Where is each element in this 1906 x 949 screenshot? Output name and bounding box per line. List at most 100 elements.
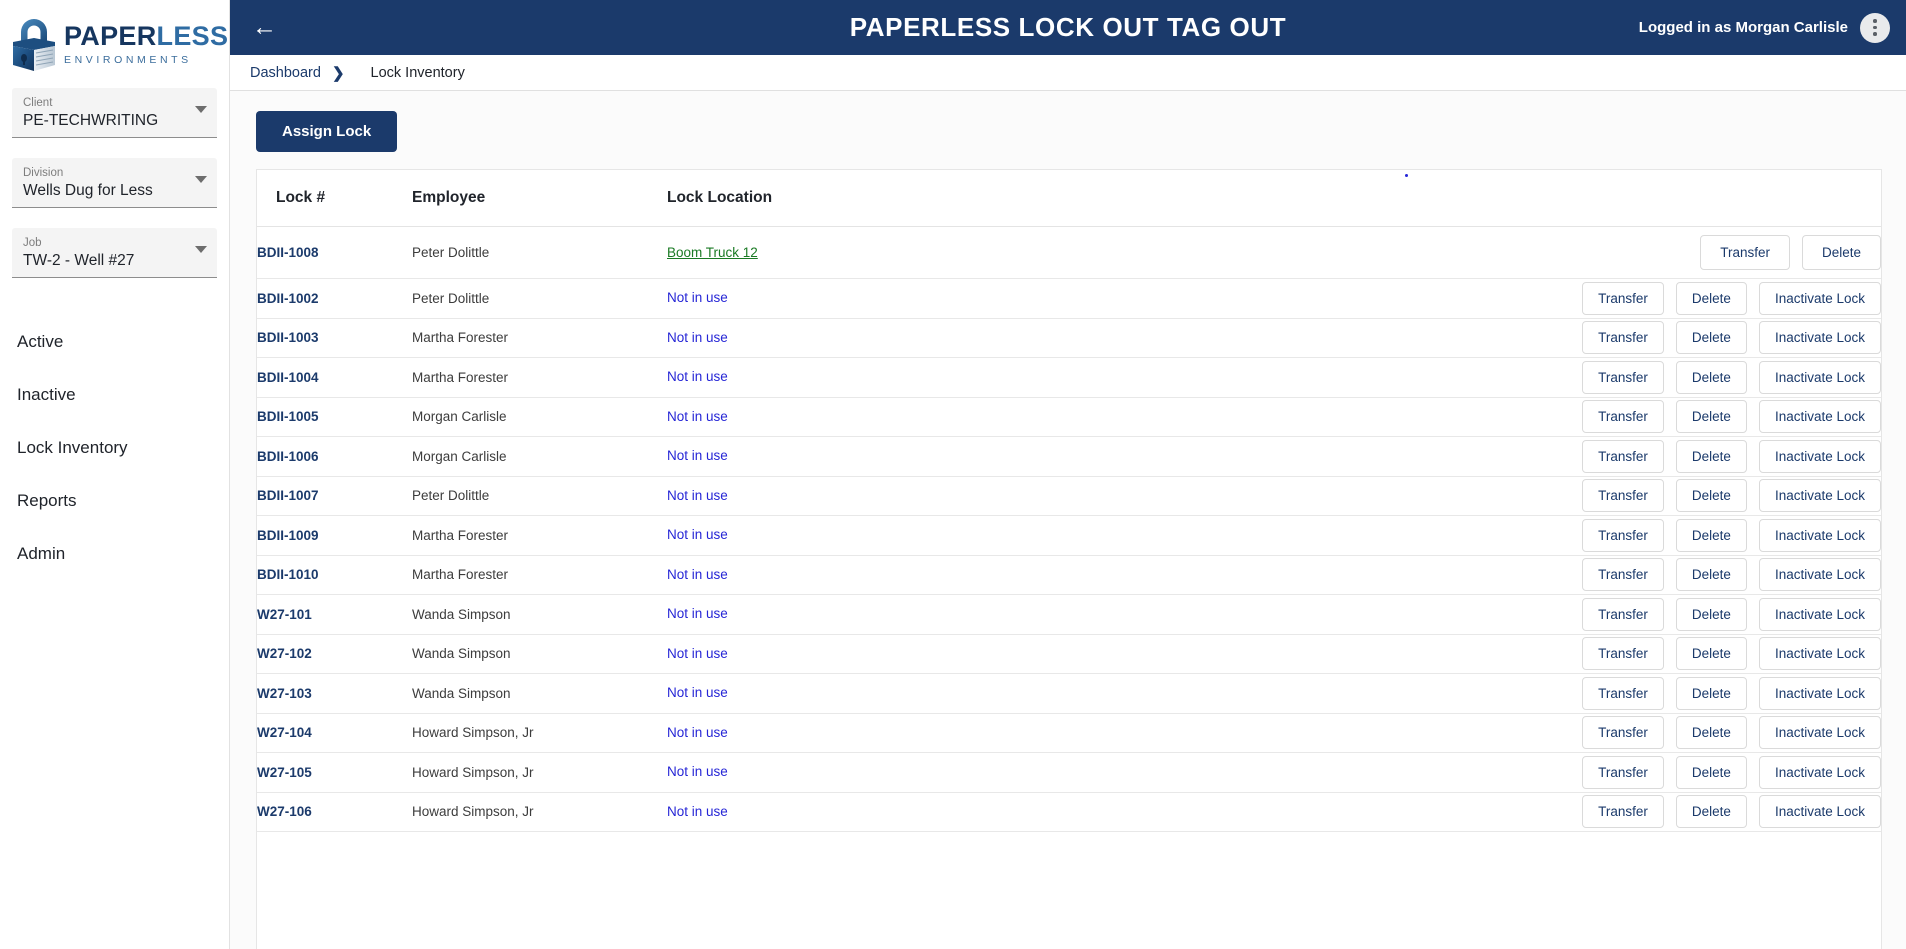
sidebar-item-inactive[interactable]: Inactive	[0, 375, 229, 415]
inactivate-lock-button[interactable]: Inactivate Lock	[1758, 321, 1881, 355]
transfer-button[interactable]: Transfer	[1582, 676, 1664, 710]
division-select[interactable]: Division Wells Dug for Less	[12, 158, 217, 208]
transfer-button[interactable]: Transfer	[1582, 321, 1664, 355]
delete-button[interactable]: Delete	[1675, 479, 1747, 513]
lock-location-not-in-use[interactable]: Not in use	[667, 646, 728, 661]
delete-button[interactable]: Delete	[1675, 439, 1747, 473]
transfer-button[interactable]: Transfer	[1582, 281, 1664, 315]
lock-location-not-in-use[interactable]: Not in use	[667, 685, 728, 700]
decorative-dot	[1405, 174, 1408, 177]
lock-location-link[interactable]: Boom Truck 12	[667, 245, 758, 260]
assign-lock-button[interactable]: Assign Lock	[256, 111, 398, 152]
row-action-buttons: Transfer Delete Inactivate Lock	[1277, 716, 1881, 750]
inactivate-lock-button[interactable]: Inactivate Lock	[1758, 755, 1881, 789]
inactivate-lock-button[interactable]: Inactivate Lock	[1758, 716, 1881, 750]
transfer-button[interactable]: Transfer	[1582, 597, 1664, 631]
transfer-button[interactable]: Transfer	[1582, 400, 1664, 434]
table-body: BDII-1008 Peter Dolittle Boom Truck 12 Tran…	[257, 226, 1881, 832]
cell-actions: Transfer Delete Inactivate Lock	[1277, 436, 1881, 477]
inactivate-lock-button[interactable]: Inactivate Lock	[1758, 637, 1881, 671]
cell-actions: Transfer Delete Inactivate Lock	[1277, 318, 1881, 358]
delete-button[interactable]: Delete	[1675, 597, 1747, 631]
back-arrow-icon[interactable]: ←	[252, 15, 282, 40]
table-row: BDII-1009 Martha Forester Not in use Transf…	[257, 515, 1881, 556]
delete-button[interactable]: Delete	[1675, 518, 1747, 552]
cell-lock-location: Not in use	[667, 752, 1277, 793]
column-header-lock-location: Lock Location	[667, 170, 1277, 227]
cell-actions: Transfer Delete Inactivate Lock	[1277, 634, 1881, 674]
delete-button[interactable]: Delete	[1675, 558, 1747, 592]
transfer-button[interactable]: Transfer	[1582, 755, 1664, 789]
transfer-button[interactable]: Transfer	[1582, 439, 1664, 473]
transfer-button[interactable]: Transfer	[1582, 716, 1664, 750]
breadcrumb-dashboard-link[interactable]: Dashboard	[250, 65, 321, 81]
lock-location-not-in-use[interactable]: Not in use	[667, 527, 728, 542]
inactivate-lock-button[interactable]: Inactivate Lock	[1758, 518, 1881, 552]
cell-lock-number: BDII-1008	[257, 226, 412, 279]
transfer-button[interactable]: Transfer	[1582, 795, 1664, 829]
delete-button[interactable]: Delete	[1675, 360, 1747, 394]
cell-lock-location: Not in use	[667, 555, 1277, 595]
inactivate-lock-button[interactable]: Inactivate Lock	[1758, 479, 1881, 513]
cell-lock-location: Not in use	[667, 436, 1277, 477]
transfer-button[interactable]: Transfer	[1582, 479, 1664, 513]
lock-location-not-in-use[interactable]: Not in use	[667, 606, 728, 621]
brand-subtitle: ENVIRONMENTS	[64, 53, 192, 66]
cell-lock-number: W27-104	[257, 713, 412, 753]
delete-button[interactable]: Delete	[1675, 281, 1747, 315]
lock-location-not-in-use[interactable]: Not in use	[667, 567, 728, 582]
cell-employee: Martha Forester	[412, 318, 667, 358]
delete-button[interactable]: Delete	[1675, 400, 1747, 434]
lock-location-not-in-use[interactable]: Not in use	[667, 725, 728, 740]
cell-lock-number: W27-103	[257, 673, 412, 714]
transfer-button[interactable]: Transfer	[1582, 637, 1664, 671]
kebab-menu-icon[interactable]	[1860, 12, 1890, 43]
delete-button[interactable]: Delete	[1675, 321, 1747, 355]
cell-actions: Transfer Delete Inactivate Lock	[1277, 792, 1881, 832]
job-select[interactable]: Job TW-2 - Well #27	[12, 228, 217, 278]
cell-employee: Peter Dolittle	[412, 476, 667, 516]
inactivate-lock-button[interactable]: Inactivate Lock	[1758, 439, 1881, 473]
client-select[interactable]: Client PE-TECHWRITING	[12, 88, 217, 138]
lock-location-not-in-use[interactable]: Not in use	[667, 290, 728, 305]
lock-location-not-in-use[interactable]: Not in use	[667, 409, 728, 424]
inactivate-lock-button[interactable]: Inactivate Lock	[1758, 281, 1881, 315]
lock-location-not-in-use[interactable]: Not in use	[667, 804, 728, 819]
table-row: BDII-1006 Morgan Carlisle Not in use Transf…	[257, 436, 1881, 477]
lock-location-not-in-use[interactable]: Not in use	[667, 488, 728, 503]
inactivate-lock-button[interactable]: Inactivate Lock	[1758, 400, 1881, 434]
lock-location-not-in-use[interactable]: Not in use	[667, 369, 728, 384]
inactivate-lock-button[interactable]: Inactivate Lock	[1758, 558, 1881, 592]
cell-lock-location: Not in use	[667, 673, 1277, 714]
delete-button[interactable]: Delete	[1675, 795, 1747, 829]
cell-lock-location: Not in use	[667, 357, 1277, 398]
table-row: BDII-1010 Martha Forester Not in use Transf…	[257, 555, 1881, 595]
sidebar-item-admin[interactable]: Admin	[0, 534, 229, 574]
inactivate-lock-button[interactable]: Inactivate Lock	[1758, 676, 1881, 710]
inactivate-lock-button[interactable]: Inactivate Lock	[1758, 360, 1881, 394]
delete-button[interactable]: Delete	[1675, 716, 1747, 750]
transfer-button[interactable]: Transfer	[1582, 360, 1664, 394]
inactivate-lock-button[interactable]: Inactivate Lock	[1758, 597, 1881, 631]
delete-button[interactable]: Delete	[1675, 755, 1747, 789]
cell-employee: Wanda Simpson	[412, 594, 667, 635]
transfer-button[interactable]: Transfer	[1700, 235, 1790, 270]
lock-location-not-in-use[interactable]: Not in use	[667, 764, 728, 779]
sidebar-item-lock-inventory[interactable]: Lock Inventory	[0, 428, 229, 468]
inactivate-lock-button[interactable]: Inactivate Lock	[1758, 795, 1881, 829]
cell-lock-number: W27-105	[257, 752, 412, 793]
cell-lock-number: W27-102	[257, 634, 412, 674]
transfer-button[interactable]: Transfer	[1582, 518, 1664, 552]
delete-button[interactable]: Delete	[1801, 235, 1881, 270]
breadcrumb-current: Lock Inventory	[370, 64, 465, 81]
sidebar-item-reports[interactable]: Reports	[0, 481, 229, 521]
division-select-label: Division	[23, 167, 64, 179]
lock-location-not-in-use[interactable]: Not in use	[667, 448, 728, 463]
delete-button[interactable]: Delete	[1675, 676, 1747, 710]
table-row: BDII-1008 Peter Dolittle Boom Truck 12 Tran…	[257, 226, 1881, 279]
delete-button[interactable]: Delete	[1675, 637, 1747, 671]
lock-location-not-in-use[interactable]: Not in use	[667, 330, 728, 345]
sidebar-item-active[interactable]: Active	[0, 322, 229, 362]
cell-lock-number: BDII-1006	[257, 436, 412, 477]
transfer-button[interactable]: Transfer	[1582, 558, 1664, 592]
